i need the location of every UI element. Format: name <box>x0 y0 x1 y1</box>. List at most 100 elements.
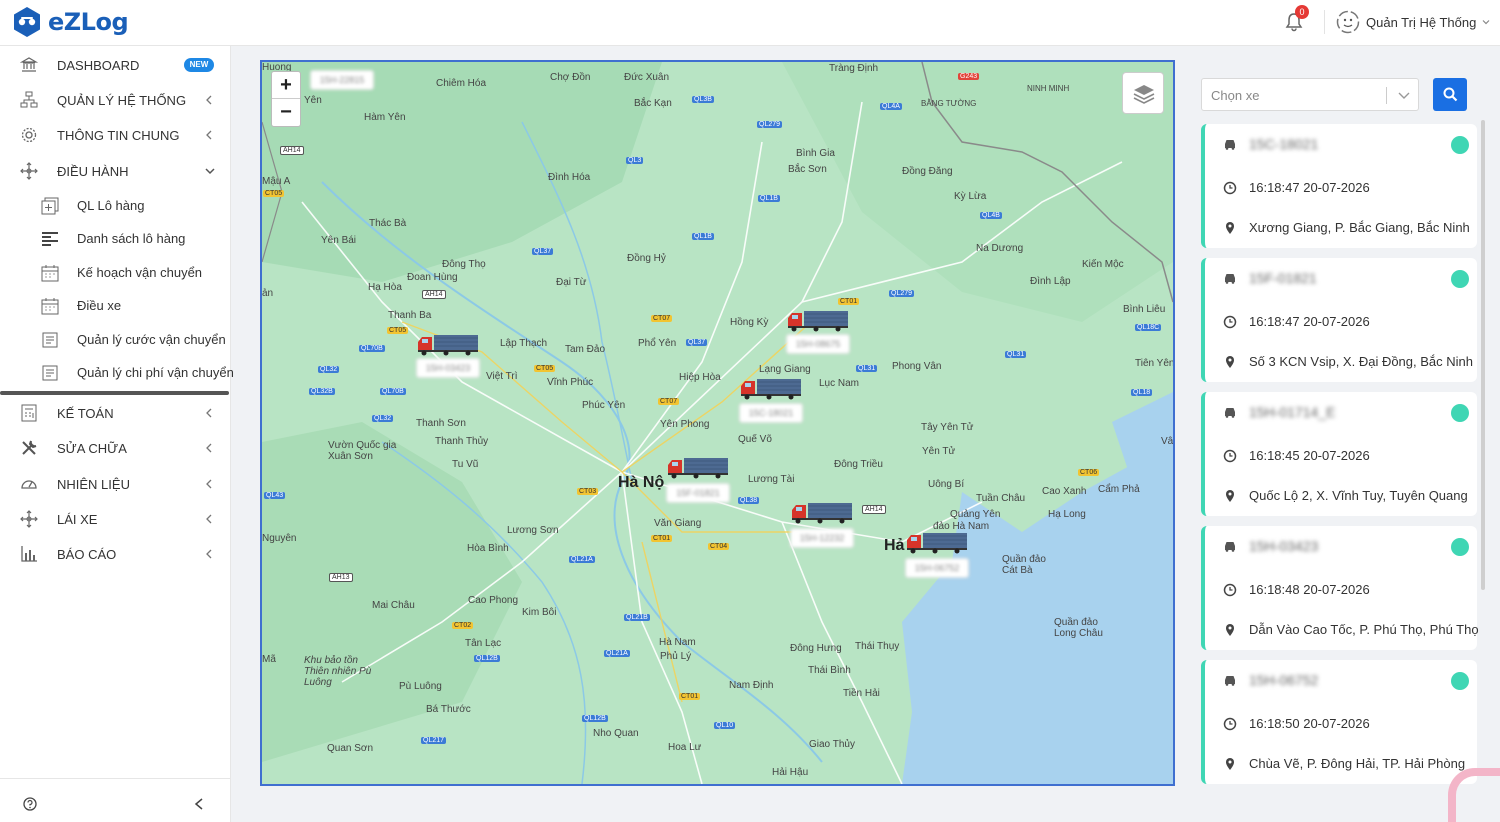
vehicle-card[interactable]: 15H-01714_E 16:18:45 20-07-2026 Quốc Lộ … <box>1201 392 1477 516</box>
map-place-label: Quế Võ <box>738 434 772 445</box>
road-shield: CT05 <box>263 190 285 197</box>
sidebar-subitem-label: QL Lô hàng <box>77 198 145 213</box>
sidebar-item-system-management[interactable]: QUẢN LÝ HỆ THỐNG <box>0 85 231 115</box>
zoom-in-button[interactable]: + <box>272 72 300 99</box>
vehicle-time: 16:18:48 20-07-2026 <box>1249 582 1370 597</box>
vehicle-card[interactable]: 15F-01821 16:18:47 20-07-2026 Số 3 KCN V… <box>1201 258 1477 382</box>
sidebar-item-label: DASHBOARD <box>57 57 140 73</box>
truck-marker-icon[interactable] <box>666 457 730 479</box>
vehicle-select[interactable]: Chọn xe <box>1201 78 1419 111</box>
search-button[interactable] <box>1433 78 1467 111</box>
road-shield: AH13 <box>329 573 353 582</box>
map-place-label: Bắc Kạn <box>634 98 672 109</box>
vehicle-card[interactable]: 15C-18021 16:18:47 20-07-2026 Xương Gian… <box>1201 124 1477 248</box>
map-layers-button[interactable] <box>1122 72 1164 114</box>
road-shield: QL31 <box>1005 351 1027 358</box>
road-shield: CT07 <box>658 398 680 405</box>
map-pin-icon <box>1226 355 1234 368</box>
truck-marker-icon[interactable] <box>416 334 480 356</box>
car-icon <box>1225 140 1235 150</box>
vehicle-card[interactable]: 15H-03423 16:18:48 20-07-2026 Dẫn Vào Ca… <box>1201 526 1479 650</box>
map-place-label: Mã <box>262 654 276 665</box>
road-shield: CT07 <box>651 315 673 322</box>
sidebar-item-fuel[interactable]: NHIÊN LIỆU <box>0 469 231 499</box>
sidebar-item-accounting[interactable]: KẾ TOÁN <box>0 398 231 428</box>
vehicle-plate-row: 15H-03423 <box>1223 538 1318 554</box>
calculator-icon <box>21 404 37 422</box>
map-place-label: Hoa Lư <box>668 742 702 753</box>
road-shield: QL37 <box>686 339 708 346</box>
vehicle-address: Quốc Lộ 2, X. Vĩnh Tuy, Tuyên Quang <box>1249 488 1468 503</box>
vehicle-address-row: Chùa Vẽ, P. Đông Hải, TP. Hải Phòng <box>1223 756 1465 771</box>
truck-plate-label[interactable]: 15H-06752 <box>905 558 969 578</box>
map-place-label: Đông Triều <box>834 459 883 470</box>
truck-marker-icon[interactable] <box>739 378 803 400</box>
road-shield: QL1B <box>692 233 714 240</box>
map-place-label: Quần đảo Long Châu <box>1054 617 1103 639</box>
app-logo[interactable]: eZLog <box>12 6 129 38</box>
clock-icon <box>1223 717 1237 730</box>
map-place-label: BẰNG TƯỜNG <box>921 99 977 108</box>
map-city-label: Hà Nộ <box>618 474 665 491</box>
sidebar-item-label: LÁI XE <box>57 511 98 527</box>
truck-marker-icon[interactable] <box>786 310 850 332</box>
truck-plate-label[interactable]: 15C-18021 <box>739 403 803 423</box>
road-shield: QL217 <box>421 737 447 744</box>
status-dot <box>1451 136 1469 154</box>
sidebar-item-repairs[interactable]: SỬA CHỮA <box>0 433 231 463</box>
map-place-label: Bình Liêu <box>1123 304 1166 315</box>
truck-marker-icon[interactable] <box>905 532 969 554</box>
truck-marker-icon[interactable] <box>790 502 854 524</box>
gauge-icon <box>21 480 37 489</box>
clock-icon <box>1223 181 1237 194</box>
calendar-icon <box>41 265 59 282</box>
sidebar-subitem-transport-costs[interactable]: Quản lý chi phí vận chuyển <box>0 359 234 387</box>
sidebar-item-drivers[interactable]: LÁI XE <box>0 504 231 534</box>
sidebar-item-label: THÔNG TIN CHUNG <box>57 127 180 143</box>
truck-plate-label[interactable]: 15H-08675 <box>786 334 850 354</box>
map-place-label: Đồng Hỷ <box>627 253 666 264</box>
vehicle-address: Chùa Vẽ, P. Đông Hải, TP. Hải Phòng <box>1249 756 1466 771</box>
sidebar-item-dashboard[interactable]: DASHBOARD NEW <box>0 50 231 80</box>
document-icon <box>42 365 58 381</box>
truck-plate-label[interactable]: 15H-12232 <box>790 528 854 548</box>
collapse-sidebar-icon[interactable] <box>194 798 204 810</box>
sidebar-subitem-shipment-list[interactable]: Danh sách lô hàng <box>0 225 231 253</box>
clock-icon <box>1223 583 1237 596</box>
vehicle-plate: 15H-06752 <box>1249 672 1319 688</box>
vehicle-card[interactable]: 15H-06752 16:18:50 20-07-2026 Chùa Vẽ, P… <box>1201 660 1477 784</box>
vehicle-map[interactable]: Hà Nộ Hả Chiêm Hóa Chợ Đồn Đức Xuân Tràn… <box>260 60 1175 786</box>
vehicle-plate: 15F-01821 <box>1249 270 1317 286</box>
sidebar-item-general-info[interactable]: THÔNG TIN CHUNG <box>0 120 231 150</box>
vehicle-plate-row: 15H-01714_E <box>1223 404 1335 420</box>
help-icon[interactable] <box>23 797 37 811</box>
sidebar-subitem-transport-plan[interactable]: Kế hoạch vận chuyển <box>0 259 231 287</box>
map-canvas[interactable] <box>262 62 1173 784</box>
map-place-label: Hòa Bình <box>467 543 509 554</box>
zoom-out-button[interactable]: − <box>272 99 300 126</box>
sidebar-subitem-freight-rates[interactable]: Quản lý cước vận chuyển <box>0 326 231 354</box>
sidebar-item-reports[interactable]: BÁO CÁO <box>0 539 231 569</box>
map-place-label: Thanh Sơn <box>416 418 466 429</box>
floating-chat-button[interactable] <box>1448 768 1500 822</box>
horizontal-scrollbar[interactable] <box>0 391 229 395</box>
road-shield: QL279 <box>757 121 783 128</box>
road-shield: QL38 <box>738 497 760 504</box>
status-dot <box>1451 672 1469 690</box>
status-dot <box>1451 538 1469 556</box>
panel-scrollbar[interactable] <box>1481 120 1485 590</box>
truck-plate-label[interactable]: 15H-03423 <box>416 358 480 378</box>
truck-plate-label[interactable]: 15F-01821 <box>666 483 730 503</box>
map-place-label: Đoan Hùng <box>407 272 458 283</box>
truck-plate-label[interactable]: 15H-22815 <box>310 70 374 90</box>
sidebar-subitem-label: Danh sách lô hàng <box>77 231 186 246</box>
road-shield: CT01 <box>679 693 701 700</box>
sidebar-subitem-shipments[interactable]: QL Lô hàng <box>0 192 231 220</box>
sidebar-item-operations[interactable]: ĐIỀU HÀNH <box>0 156 231 186</box>
map-place-label: ản <box>262 288 274 299</box>
road-shield: CT05 <box>387 327 409 334</box>
user-menu[interactable]: Quản Trị Hệ Thống <box>1336 10 1490 34</box>
chevron-left-icon <box>206 130 212 140</box>
sidebar-subitem-dispatch[interactable]: Điều xe <box>0 292 231 320</box>
map-place-label: Đức Xuân <box>624 72 670 83</box>
